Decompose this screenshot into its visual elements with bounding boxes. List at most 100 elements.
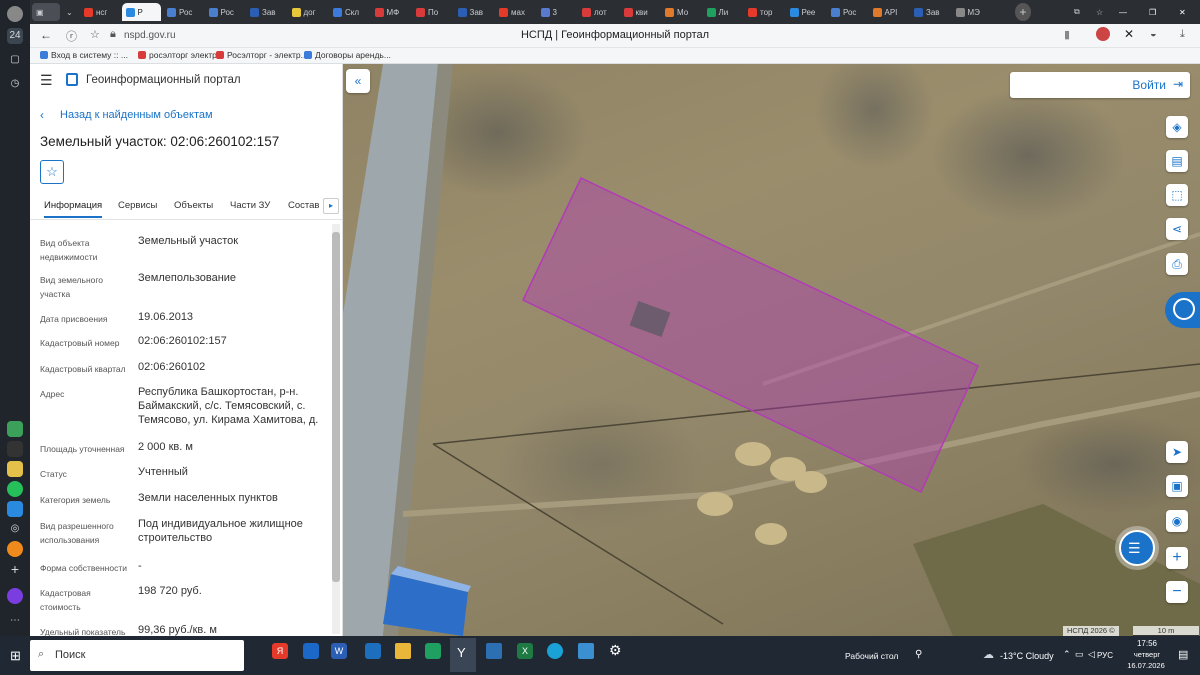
calendar-24-icon[interactable]: 24	[7, 28, 23, 44]
bookmark-star-icon[interactable]: ☆	[90, 28, 100, 41]
tab-composition[interactable]: Состав	[288, 200, 319, 211]
login-button[interactable]: Войти ⇥	[1010, 72, 1190, 98]
add-app-icon[interactable]: +	[7, 561, 23, 577]
extension-icon-2[interactable]: ✕	[1124, 27, 1134, 41]
tabs-scroll-right-button[interactable]: ▸	[323, 198, 339, 214]
print-button[interactable]: ⎙	[1166, 253, 1188, 275]
tab-parts[interactable]: Части ЗУ	[230, 200, 270, 211]
desktop-label[interactable]: Рабочий стол	[845, 651, 898, 661]
browser-tab[interactable]: Рос	[827, 3, 867, 21]
app-icon-taskbar[interactable]	[365, 643, 381, 659]
tray-chevron-icon[interactable]: ⌃	[1063, 649, 1071, 660]
photos-icon[interactable]	[486, 643, 502, 659]
bookmark-item[interactable]: Вход в систему :: ...	[40, 50, 128, 60]
layers-button[interactable]: ◈	[1166, 116, 1188, 138]
extension-icon-1[interactable]	[1096, 27, 1110, 41]
browser-tab[interactable]: Рос	[163, 3, 203, 21]
collapse-panel-button[interactable]: «	[346, 69, 370, 93]
app-icon-blue[interactable]	[578, 643, 594, 659]
windows-start-icon[interactable]: ⊞	[10, 648, 21, 664]
locate-button[interactable]: ➤	[1166, 441, 1188, 463]
tab-panel-button[interactable]: ▣	[32, 3, 60, 21]
app-icon-green[interactable]	[425, 643, 441, 659]
back-arrow-icon[interactable]: ←	[40, 28, 52, 42]
tab-services[interactable]: Сервисы	[118, 200, 157, 211]
browser-tab[interactable]: дог	[288, 3, 328, 21]
bookmark-item[interactable]: росэлторг электр...	[138, 50, 224, 60]
maximize-button[interactable]: ❐	[1145, 3, 1159, 21]
location-pin-button[interactable]: ◉	[1166, 510, 1188, 532]
downloads-icon[interactable]: ⤓	[1180, 28, 1185, 41]
app-icon-3[interactable]	[7, 461, 23, 477]
browser-tab[interactable]: Мо	[661, 3, 701, 21]
extensions-icon[interactable]: ⧉	[1070, 3, 1082, 21]
browser-tab[interactable]: Зав	[246, 3, 286, 21]
volume-icon[interactable]: ◁	[1088, 649, 1095, 660]
browser-tab[interactable]: МЭ	[952, 3, 992, 21]
browser-tab[interactable]: МФ	[371, 3, 411, 21]
yandex-browser-icon[interactable]: Я	[272, 643, 288, 659]
assistant-button[interactable]: ☰	[1119, 530, 1155, 566]
tab-objects[interactable]: Объекты	[174, 200, 213, 211]
browser-tab[interactable]: По	[412, 3, 452, 21]
settings-gear-icon[interactable]: ⚙	[609, 642, 622, 659]
history-icon[interactable]: ◷	[7, 76, 23, 92]
chat-support-tab[interactable]	[1165, 292, 1200, 328]
browser-tab[interactable]: Рос	[205, 3, 245, 21]
browser-tab[interactable]: Скл	[329, 3, 369, 21]
browser-tab[interactable]: API	[869, 3, 909, 21]
back-to-results-link[interactable]: Назад к найденным объектам	[60, 109, 213, 121]
url-text[interactable]: nspd.gov.ru	[124, 30, 176, 41]
more-icon[interactable]: ⋯	[7, 613, 23, 629]
bookmark-item[interactable]: Договоры арендь...	[304, 50, 391, 60]
active-app-highlight[interactable]: Y	[450, 638, 476, 672]
clock-time[interactable]: 17:56	[1128, 639, 1166, 648]
browser-tab[interactable]: Ли	[703, 3, 743, 21]
app-icon-4[interactable]: ◎	[7, 521, 23, 537]
zoom-out-button[interactable]: −	[1166, 581, 1188, 603]
network-icon[interactable]: ▭	[1075, 649, 1084, 660]
map-view[interactable]: « Войти ⇥ ◈ ▤ ⬚ ⋖ ⎙ ➤ ▣ ◉ ☰ + − НСПД 202…	[343, 64, 1200, 636]
browser-tab[interactable]: 3	[537, 3, 577, 21]
taskbar-search-box[interactable]: ⌕ Поиск	[30, 640, 244, 671]
app-icon-2[interactable]	[7, 441, 23, 457]
bookmarks-icon[interactable]: ☆	[1092, 3, 1104, 21]
tab-information[interactable]: Информация	[44, 200, 103, 218]
bookmark-page-icon[interactable]: ▮	[1064, 28, 1070, 41]
edge-icon[interactable]	[547, 643, 563, 659]
browser-tab[interactable]: мах	[495, 3, 535, 21]
measure-button[interactable]: ▤	[1166, 150, 1188, 172]
tab-list-chevron-icon[interactable]: ⌄	[62, 3, 76, 21]
excel-icon[interactable]: X	[517, 643, 533, 659]
collections-icon[interactable]: ▢	[7, 52, 23, 68]
close-window-button[interactable]: ✕	[1175, 3, 1189, 21]
input-language[interactable]: РУС	[1097, 651, 1113, 660]
panel-scrollbar[interactable]	[332, 224, 340, 634]
app-icon-5[interactable]	[7, 541, 23, 557]
profile-avatar[interactable]	[7, 6, 23, 22]
browser-tab[interactable]: нсг	[80, 3, 120, 21]
back-chevron-icon[interactable]: ‹	[40, 108, 44, 122]
browser-tab[interactable]: Зав	[454, 3, 494, 21]
telegram-icon[interactable]	[7, 501, 23, 517]
whatsapp-icon[interactable]	[7, 481, 23, 497]
browser-tab[interactable]: Р	[121, 3, 161, 21]
weather-text[interactable]: -13°C Cloudy	[1000, 651, 1054, 661]
outlook-icon[interactable]	[303, 643, 319, 659]
new-tab-button[interactable]: +	[1015, 3, 1031, 21]
word-icon[interactable]: W	[331, 643, 347, 659]
menu-icon[interactable]: ☰	[40, 72, 53, 89]
browser-tab[interactable]: тор	[744, 3, 784, 21]
browser-tab[interactable]: Рее	[786, 3, 826, 21]
browser-tab[interactable]: кви	[620, 3, 660, 21]
favorite-button[interactable]: ☆	[40, 160, 64, 184]
app-icon-1[interactable]	[7, 421, 23, 437]
site-info-icon[interactable]: ⓡ	[66, 28, 77, 44]
browser-tab[interactable]: лот	[578, 3, 618, 21]
browser-tab[interactable]: Зав	[910, 3, 950, 21]
people-icon[interactable]: ⚲	[915, 649, 922, 660]
minimap-button[interactable]: ▣	[1166, 475, 1188, 497]
alice-icon[interactable]	[7, 588, 23, 604]
bookmark-item[interactable]: Росэлторг - электр...	[216, 50, 308, 60]
notifications-icon[interactable]: ▤	[1178, 648, 1188, 661]
